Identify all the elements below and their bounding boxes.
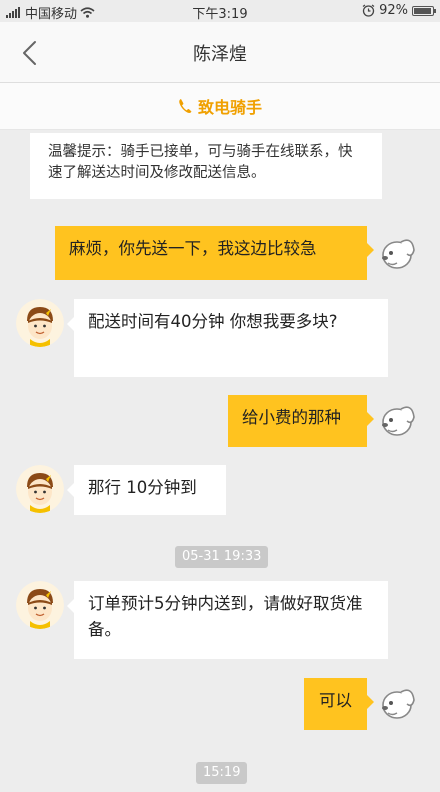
rider-avatar-icon[interactable]	[16, 299, 64, 347]
phone-icon	[179, 99, 192, 114]
battery-level	[414, 7, 431, 14]
status-bar-right: 92%	[362, 3, 436, 18]
rider-avatar-icon[interactable]	[16, 581, 64, 629]
chat-bubble-me[interactable]: 给小费的那种	[228, 395, 374, 447]
reminder-tip: 温馨提示：骑手已接单，可与骑手在线联系，快速了解送达时间及修改配送信息。	[30, 133, 382, 199]
message-timestamp: 05-31 19:33	[175, 546, 269, 568]
dog-avatar-icon[interactable]	[376, 680, 422, 726]
chat-bubble-rider[interactable]: 订单预计5分钟内送到，请做好取货准备。	[67, 581, 388, 659]
chat-bubble-rider[interactable]: 配送时间有40分钟 你想我要多块?	[67, 299, 388, 377]
chat-bubble-me[interactable]: 麻烦，你先送一下，我这边比较急	[55, 226, 374, 280]
battery-icon	[412, 5, 436, 16]
dog-avatar-icon[interactable]	[376, 230, 422, 276]
chevron-left-icon	[23, 41, 36, 65]
dog-avatar-icon[interactable]	[376, 397, 422, 443]
nav-bar: 陈泽煌	[0, 22, 440, 83]
call-rider-button[interactable]: 致电骑手	[0, 83, 440, 130]
status-bar: 中国移动 下午3:19 92%	[0, 0, 440, 22]
chat-bubble-me[interactable]: 可以	[304, 678, 374, 730]
call-rider-label: 致电骑手	[197, 98, 262, 117]
back-button[interactable]	[14, 36, 48, 70]
chat-bubble-rider[interactable]: 那行 10分钟到	[67, 465, 226, 515]
battery-percent: 92%	[379, 3, 408, 18]
alarm-icon	[362, 4, 375, 17]
message-timestamp: 15:19	[196, 762, 248, 784]
rider-avatar-icon[interactable]	[16, 465, 64, 513]
page-title: 陈泽煌	[193, 44, 247, 65]
